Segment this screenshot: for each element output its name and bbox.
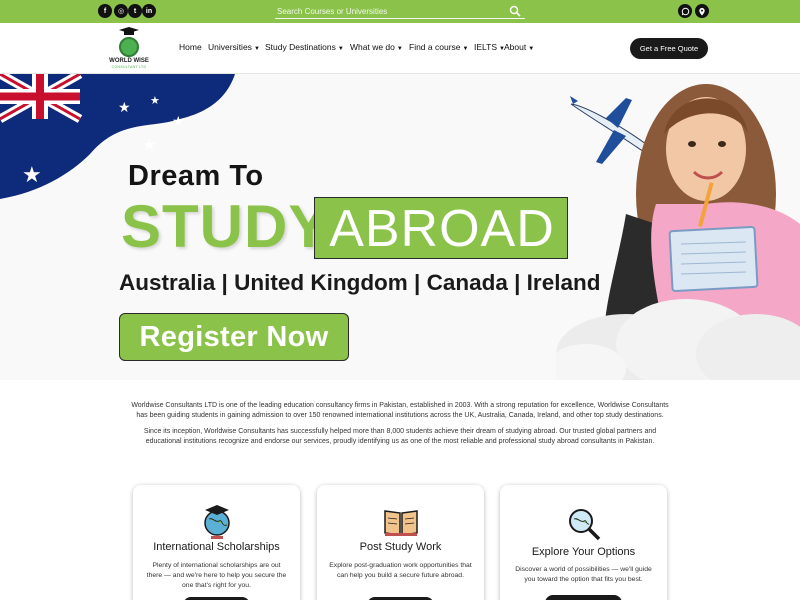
- nav-ielts[interactable]: IELTS ▼: [474, 42, 505, 52]
- nav-universities[interactable]: Universities ▼: [208, 42, 260, 52]
- hero-countries: Australia | United Kingdom | Canada | Ir…: [119, 270, 601, 295]
- nav-what-we-do[interactable]: What we do ▼: [350, 42, 403, 52]
- globe-graduation-icon: [204, 505, 230, 539]
- caret-down-icon: ▼: [396, 46, 403, 52]
- card-learn-more-button[interactable]: [545, 595, 622, 600]
- hero-abroad-text: ABROAD: [329, 200, 555, 258]
- nav-study-destinations[interactable]: Study Destinations ▼: [265, 42, 344, 52]
- location-pin-icon[interactable]: [695, 4, 709, 18]
- search-bar: [275, 3, 525, 19]
- service-card-explore-options: Explore Your Options Discover a world of…: [500, 485, 667, 600]
- logo[interactable]: WORLD WISE CONSULTANT LTD: [101, 27, 157, 72]
- register-now-button[interactable]: Register Now: [119, 313, 349, 361]
- nav-study-destinations-label: Study Destinations: [265, 42, 336, 52]
- globe-icon: [119, 37, 139, 57]
- hero-banner: ★ ★ ★ ★ ★ Dream To STUDY ABROAD Australi…: [0, 74, 800, 380]
- nav-ielts-label: IELTS: [474, 42, 497, 52]
- intro-paragraph-1: Worldwise Consultants LTD is one of the …: [131, 402, 669, 419]
- card-title: International Scholarships: [153, 541, 280, 553]
- intro-paragraph-2: Since its inception, Worldwise Consultan…: [143, 428, 657, 445]
- linkedin-icon[interactable]: in: [142, 4, 156, 18]
- top-bar: f ◎ t in: [0, 0, 800, 23]
- card-description: Discover a world of possibilities — we'l…: [515, 566, 652, 583]
- hero-abroad-box: ABROAD: [314, 197, 568, 259]
- nav-find-course[interactable]: Find a course ▼: [409, 42, 468, 52]
- svg-text:★: ★: [118, 100, 131, 116]
- get-free-quote-button[interactable]: Get a Free Quote: [630, 38, 708, 59]
- caret-down-icon: ▼: [528, 46, 535, 52]
- search-input[interactable]: [275, 3, 505, 19]
- service-card-post-study-work: Post Study Work Explore post-graduation …: [317, 485, 484, 600]
- caret-down-icon: ▼: [337, 46, 344, 52]
- svg-text:★: ★: [172, 114, 185, 130]
- logo-subtitle: CONSULTANT LTD: [111, 65, 147, 69]
- main-navbar: WORLD WISE CONSULTANT LTD Home Universit…: [0, 23, 800, 74]
- caret-down-icon: ▼: [462, 46, 469, 52]
- nav-home-label: Home: [179, 42, 202, 52]
- card-description: Explore post-graduation work opportuniti…: [329, 562, 472, 579]
- facebook-icon[interactable]: f: [98, 4, 112, 18]
- caret-down-icon: ▼: [253, 46, 260, 52]
- search-icon[interactable]: [509, 5, 521, 17]
- nav-about-label: About: [504, 42, 527, 52]
- open-book-icon: [384, 510, 418, 536]
- instagram-icon[interactable]: ◎: [114, 4, 128, 18]
- service-card-scholarships: International Scholarships Plenty of int…: [133, 485, 300, 600]
- hero-study-text: STUDY: [121, 193, 330, 260]
- whatsapp-icon[interactable]: [678, 4, 692, 18]
- svg-text:★: ★: [142, 135, 156, 154]
- nav-about[interactable]: About ▼: [504, 42, 534, 52]
- svg-text:★: ★: [22, 163, 42, 188]
- nav-universities-label: Universities: [208, 42, 252, 52]
- hero-heading-line1: Dream To: [128, 160, 264, 192]
- card-title: Post Study Work: [359, 541, 442, 553]
- nav-home[interactable]: Home: [179, 42, 202, 52]
- twitter-icon[interactable]: t: [128, 4, 142, 18]
- logo-title: WORLD WISE: [109, 58, 149, 64]
- graduation-cap-icon: [119, 27, 139, 35]
- card-title: Explore Your Options: [531, 546, 636, 558]
- magnifier-globe-icon: [569, 509, 601, 541]
- student-with-notebook-image: [556, 84, 800, 380]
- intro-section: Worldwise Consultants LTD is one of the …: [130, 401, 670, 453]
- nav-find-course-label: Find a course: [409, 42, 461, 52]
- svg-text:★: ★: [150, 94, 160, 107]
- card-description: Plenty of international scholarships are…: [146, 562, 287, 589]
- nav-what-we-do-label: What we do: [350, 42, 395, 52]
